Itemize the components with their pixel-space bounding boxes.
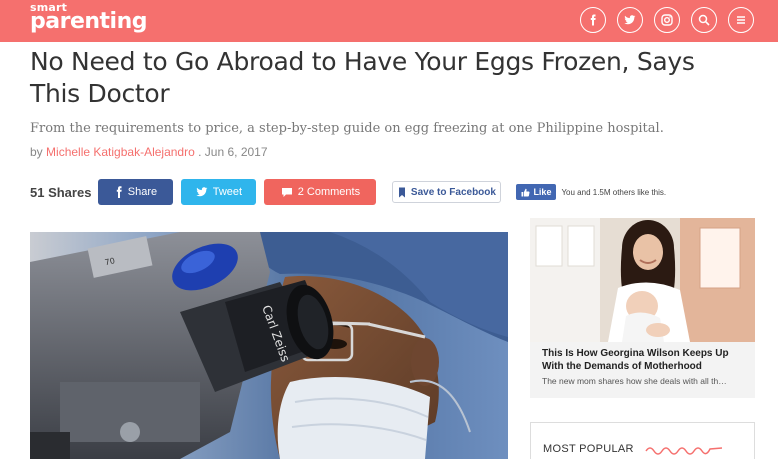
menu-icon[interactable] [728, 7, 754, 33]
article-title: No Need to Go Abroad to Have Your Eggs F… [30, 47, 695, 108]
article-subtitle: From the requirements to price, a step-b… [30, 121, 664, 136]
featured-story-card[interactable]: This Is How Georgina Wilson Keeps Up Wit… [530, 218, 755, 398]
twitter-icon[interactable] [617, 7, 643, 33]
bookmark-icon [398, 187, 405, 197]
facebook-icon[interactable] [580, 7, 606, 33]
facebook-share-button[interactable]: Share [98, 179, 174, 205]
featured-story-desc: The new mom shares how she deals with al… [542, 376, 727, 386]
featured-story-image [530, 218, 755, 342]
comments-label: 2 Comments [297, 186, 361, 198]
site-logo[interactable]: smart parenting [30, 2, 148, 34]
site-header: smart parenting [0, 0, 778, 42]
facebook-share-label: Share [127, 186, 158, 198]
publish-date: . Jun 6, 2017 [198, 145, 268, 159]
save-to-facebook-label: Save to Facebook [410, 186, 496, 198]
featured-story-title[interactable]: This Is How Georgina Wilson Keeps Up Wit… [542, 347, 747, 373]
facebook-icon [116, 186, 122, 198]
tweet-button[interactable]: Tweet [181, 179, 257, 205]
instagram-icon[interactable] [654, 7, 680, 33]
twitter-icon [196, 187, 208, 197]
like-label: Like [533, 187, 552, 197]
logo-big-text: parenting [30, 9, 148, 34]
article-hero-image: 70 Carl Zeiss [30, 232, 508, 459]
squiggle-decoration [645, 447, 723, 455]
search-icon[interactable] [691, 7, 717, 33]
most-popular-heading: MOST POPULAR [543, 443, 634, 455]
facebook-like-button[interactable]: Like [516, 184, 557, 200]
most-popular-section: MOST POPULAR [530, 422, 755, 459]
comments-button[interactable]: 2 Comments [264, 179, 377, 205]
tweet-label: Tweet [212, 186, 243, 198]
byline: by Michelle Katigbak-Alejandro . Jun 6, … [30, 145, 268, 159]
author-link[interactable]: Michelle Katigbak-Alejandro [46, 145, 195, 159]
save-to-facebook-button[interactable]: Save to Facebook [392, 181, 502, 203]
byline-prefix: by [30, 145, 43, 159]
like-count-text: You and 1.5M others like this. [561, 187, 667, 197]
share-bar: 51 Shares Share Tweet 2 Comments Save to… [30, 179, 666, 205]
thumbs-up-icon [521, 188, 530, 196]
comment-icon [281, 187, 292, 197]
share-count: 51 Shares [30, 184, 92, 200]
header-icons [580, 7, 754, 33]
